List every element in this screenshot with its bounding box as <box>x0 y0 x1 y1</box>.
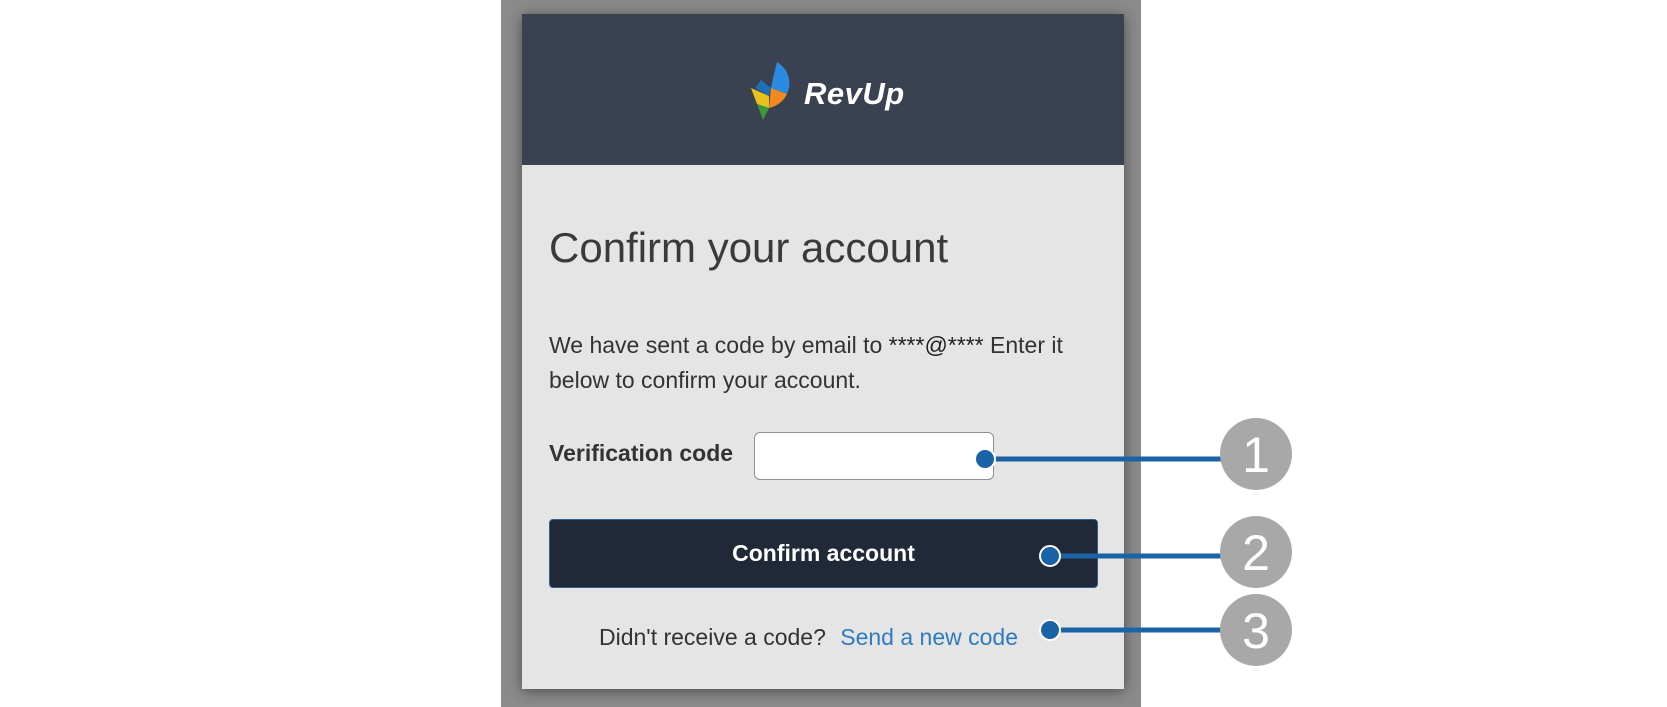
resend-code-row: Didn't receive a code? Send a new code <box>599 624 1018 651</box>
confirm-account-button[interactable]: Confirm account <box>549 519 1098 588</box>
resend-prompt: Didn't receive a code? <box>599 624 826 650</box>
send-new-code-link[interactable]: Send a new code <box>840 624 1018 650</box>
card-header: RevUp <box>522 14 1124 165</box>
confirm-account-card: RevUp Confirm your account We have sent … <box>522 14 1124 689</box>
page-title: Confirm your account <box>549 224 949 271</box>
brand-logo: RevUp <box>747 58 907 122</box>
instruction-prefix: We have sent a code by email to <box>549 332 883 358</box>
verification-code-input[interactable] <box>754 432 994 480</box>
masked-email: ****@**** <box>888 332 984 358</box>
callout-number-2: 2 <box>1242 525 1270 581</box>
callout-number-1: 1 <box>1242 427 1270 483</box>
instruction-text: We have sent a code by email to ****@***… <box>549 328 1109 398</box>
brand-name: RevUp <box>804 76 905 111</box>
callout-number-3: 3 <box>1242 603 1270 659</box>
revup-logo-icon <box>751 62 790 120</box>
verification-code-label: Verification code <box>549 440 734 466</box>
